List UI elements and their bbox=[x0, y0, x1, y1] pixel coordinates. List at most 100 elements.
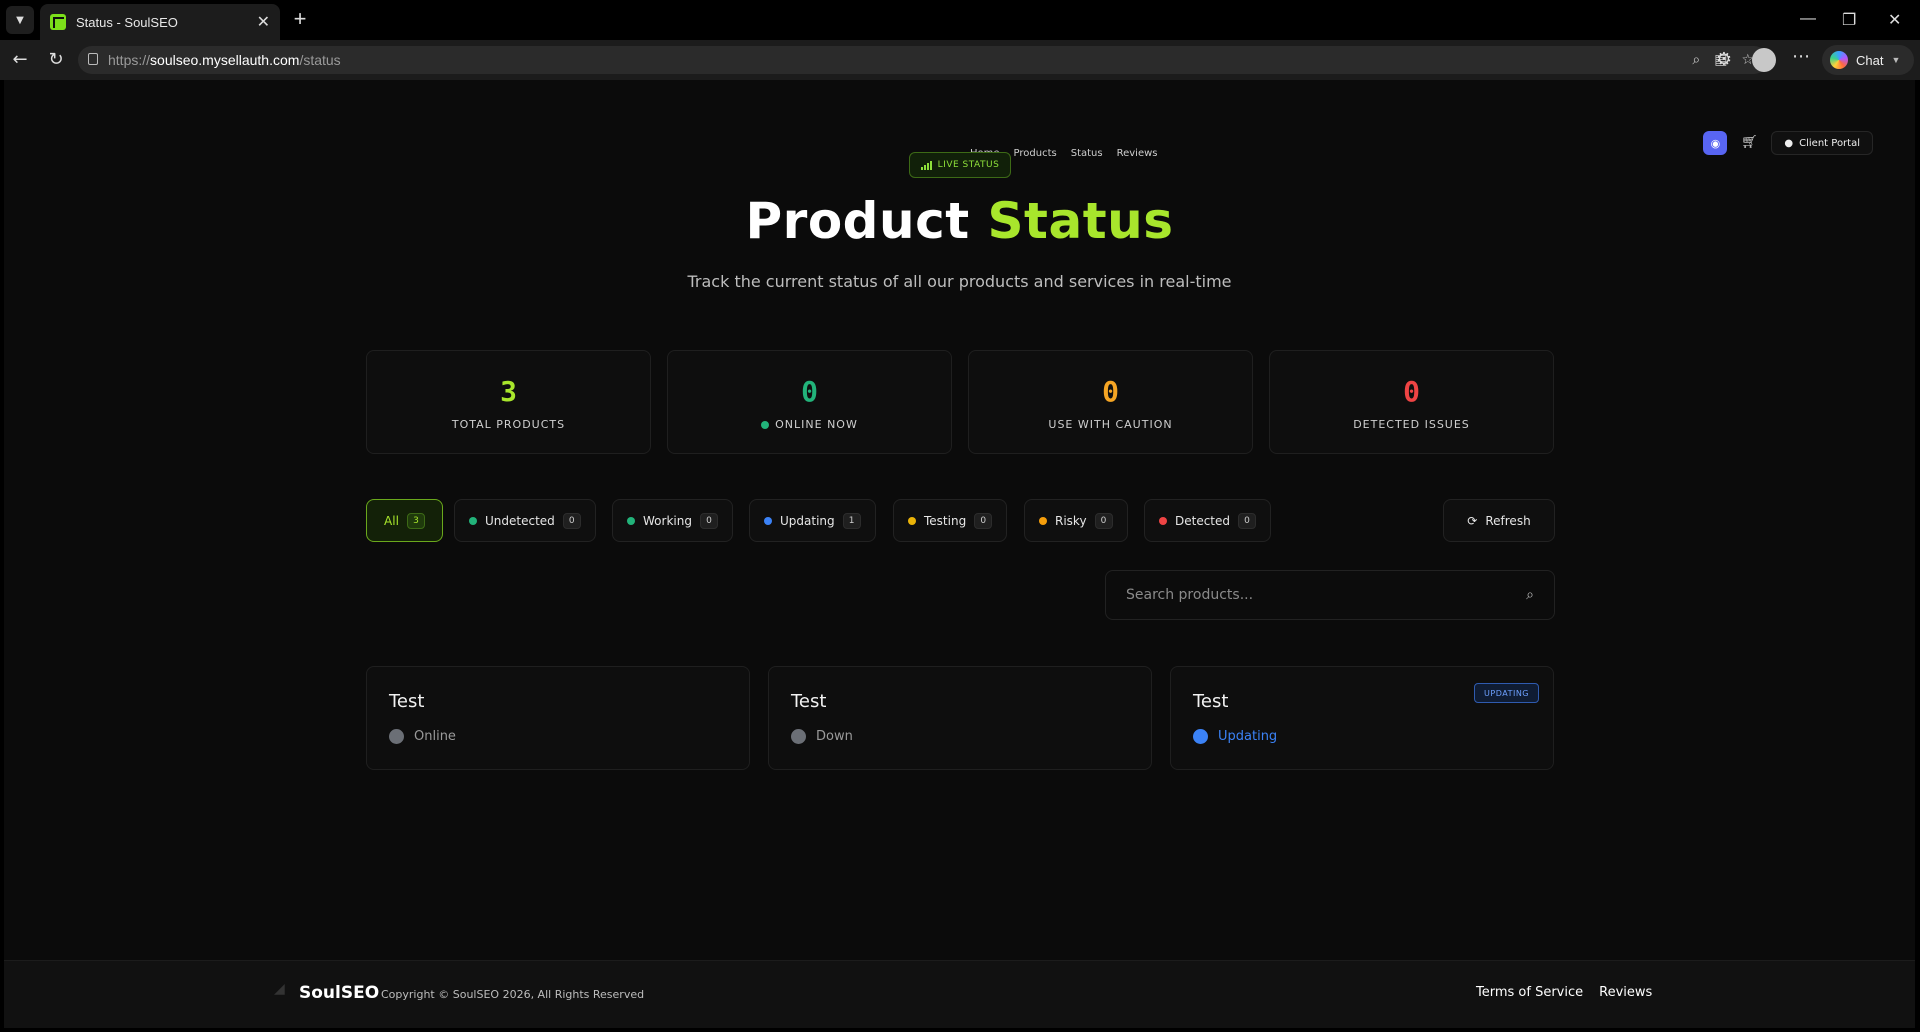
filter-updating[interactable]: Updating 1 bbox=[749, 499, 876, 542]
product-card[interactable]: Test UPDATING Updating bbox=[1170, 666, 1554, 770]
filter-count: 0 bbox=[699, 512, 718, 529]
filter-working[interactable]: Working 0 bbox=[612, 499, 733, 542]
back-icon[interactable]: ← bbox=[8, 48, 32, 72]
filter-label: Testing bbox=[924, 513, 967, 528]
lock-icon bbox=[88, 53, 98, 65]
page-title: Product Status bbox=[4, 192, 1915, 250]
stat-value: 3 bbox=[500, 375, 517, 408]
address-bar-row: ← ↻ https://soulseo.mysellauth.com/statu… bbox=[0, 40, 1920, 80]
filter-label: Detected bbox=[1175, 513, 1231, 528]
status-dot bbox=[791, 729, 806, 744]
url-prefix: https:// bbox=[108, 52, 151, 68]
tab-title: Status - SoulSEO bbox=[76, 14, 178, 30]
status-badge: UPDATING bbox=[1474, 683, 1539, 703]
refresh-button[interactable]: ⟳ Refresh bbox=[1443, 499, 1555, 542]
status-dot bbox=[761, 420, 770, 429]
filter-all[interactable]: All 3 bbox=[366, 499, 443, 542]
footer-links: Terms of Service Reviews bbox=[1476, 985, 1652, 1000]
status-dot bbox=[764, 516, 772, 525]
footer-brand[interactable]: SoulSEO bbox=[299, 983, 379, 1003]
stat-label: DETECTED ISSUES bbox=[1353, 418, 1470, 431]
nav-reviews[interactable]: Reviews bbox=[1117, 148, 1158, 159]
filter-undetected[interactable]: Undetected 0 bbox=[454, 499, 596, 542]
title-part-1: Product bbox=[745, 192, 970, 250]
cart-icon[interactable]: 🛒︎ bbox=[1739, 133, 1759, 153]
stat-card-total: 3 TOTAL PRODUCTS bbox=[366, 350, 651, 454]
status-dot bbox=[1159, 516, 1167, 525]
product-name: Test bbox=[389, 691, 425, 712]
tab-list-button[interactable]: ▼ bbox=[6, 6, 34, 34]
footer-link-terms[interactable]: Terms of Service bbox=[1476, 985, 1583, 1000]
title-part-2: Status bbox=[987, 192, 1174, 250]
product-status: Updating bbox=[1193, 729, 1277, 744]
close-window-button[interactable]: ✕ bbox=[1888, 10, 1901, 30]
filter-count: 0 bbox=[1094, 512, 1113, 529]
stat-label: TOTAL PRODUCTS bbox=[451, 418, 566, 431]
footer: ◢ SoulSEO Copyright © SoulSEO 2026, All … bbox=[4, 960, 1915, 1028]
refresh-icon: ⟳ bbox=[1467, 513, 1478, 528]
filter-count: 0 bbox=[562, 512, 581, 529]
chevron-down-icon: ▼ bbox=[16, 14, 24, 26]
status-dot bbox=[1039, 516, 1047, 525]
new-tab-button[interactable]: + bbox=[288, 8, 312, 32]
url-host: soulseo.mysellauth.com bbox=[150, 52, 300, 68]
filter-count: 0 bbox=[974, 512, 993, 529]
stat-label: ONLINE NOW bbox=[668, 418, 951, 431]
browser-tab-bar: ▼ Status - SoulSEO ✕ + — ❐ ✕ bbox=[0, 0, 1920, 40]
status-dot bbox=[908, 516, 916, 525]
filter-detected[interactable]: Detected 0 bbox=[1144, 499, 1272, 542]
reload-icon[interactable]: ↻ bbox=[44, 48, 68, 72]
stat-card-online: 0 ONLINE NOW bbox=[667, 350, 952, 454]
status-dot bbox=[1193, 729, 1208, 744]
filter-risky[interactable]: Risky 0 bbox=[1024, 499, 1128, 542]
copilot-chat-button[interactable]: Chat ▼ bbox=[1822, 45, 1914, 75]
footer-copyright: Copyright © SoulSEO 2026, All Rights Res… bbox=[381, 988, 645, 1001]
discord-icon[interactable]: ◉ bbox=[1703, 131, 1728, 155]
filter-label: Risky bbox=[1055, 513, 1087, 528]
product-card[interactable]: Test Online bbox=[366, 666, 750, 770]
refresh-label: Refresh bbox=[1485, 513, 1531, 528]
page-content: Home Products Status Reviews ◉ 🛒︎ ● Clie… bbox=[4, 80, 1915, 1028]
favicon-icon bbox=[50, 14, 66, 30]
product-name: Test bbox=[1193, 691, 1229, 712]
status-dot bbox=[627, 516, 635, 525]
signal-bars-icon bbox=[920, 160, 932, 170]
nav-products[interactable]: Products bbox=[1014, 148, 1057, 159]
product-name: Test bbox=[791, 691, 827, 712]
filter-testing[interactable]: Testing 0 bbox=[893, 499, 1008, 542]
filter-count: 3 bbox=[406, 512, 425, 529]
url-path: /status bbox=[299, 52, 341, 68]
filter-count: 1 bbox=[842, 512, 861, 529]
filter-label: Working bbox=[643, 513, 692, 528]
chevron-down-icon: ▼ bbox=[1891, 55, 1901, 65]
client-portal-button[interactable]: ● Client Portal bbox=[1771, 131, 1873, 155]
filter-count: 0 bbox=[1238, 512, 1257, 529]
search-icon: ⌕ bbox=[1526, 587, 1534, 603]
brand-logo-icon: ◢ bbox=[274, 981, 285, 997]
footer-link-reviews[interactable]: Reviews bbox=[1599, 985, 1652, 1000]
search-input[interactable]: Search products... ⌕ bbox=[1105, 570, 1555, 620]
product-card[interactable]: Test Down bbox=[768, 666, 1152, 770]
restore-button[interactable]: ❐ bbox=[1842, 10, 1856, 30]
status-dot bbox=[389, 729, 404, 744]
search-placeholder: Search products... bbox=[1126, 587, 1254, 603]
stat-card-caution: 0 USE WITH CAUTION bbox=[968, 350, 1253, 454]
extensions-icon[interactable]: ⚙ bbox=[1712, 48, 1736, 72]
profile-avatar[interactable] bbox=[1752, 48, 1776, 72]
minimize-button[interactable]: — bbox=[1800, 10, 1816, 28]
nav-status[interactable]: Status bbox=[1071, 148, 1103, 159]
client-portal-label: Client Portal bbox=[1799, 137, 1860, 149]
browser-tab[interactable]: Status - SoulSEO ✕ bbox=[40, 4, 280, 40]
close-tab-icon[interactable]: ✕ bbox=[257, 12, 270, 32]
more-menu-icon[interactable]: ⋯ bbox=[1792, 46, 1810, 67]
url-field[interactable]: https://soulseo.mysellauth.com/status ⌕ … bbox=[78, 46, 1768, 74]
filter-label: All bbox=[384, 513, 399, 528]
product-status: Online bbox=[389, 729, 456, 744]
live-status-badge: LIVE STATUS bbox=[909, 152, 1011, 178]
filter-label: Updating bbox=[780, 513, 835, 528]
stat-value: 0 bbox=[1403, 375, 1420, 408]
status-dot bbox=[469, 516, 477, 525]
zoom-icon[interactable]: ⌕ bbox=[1692, 52, 1700, 68]
copilot-icon bbox=[1830, 51, 1848, 69]
stat-label: USE WITH CAUTION bbox=[1048, 418, 1173, 431]
